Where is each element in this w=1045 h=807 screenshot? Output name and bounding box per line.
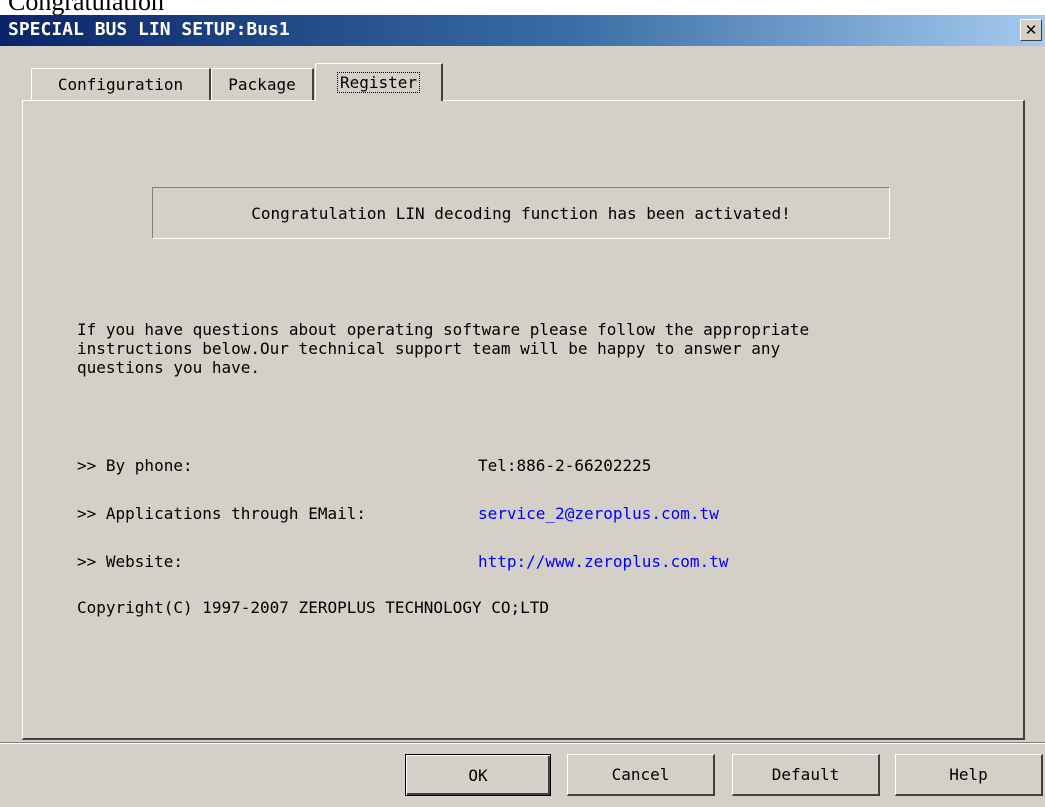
contact-phone-value: Tel:886-2-66202225 bbox=[478, 456, 652, 475]
tab-label: Register bbox=[336, 72, 421, 93]
title-bar[interactable]: SPECIAL BUS LIN SETUP:Bus1 ✕ bbox=[0, 15, 1045, 46]
contact-website-label: >> Website: bbox=[77, 552, 183, 571]
contact-website-link[interactable]: http://www.zeroplus.com.tw bbox=[478, 552, 728, 571]
support-info-line: If you have questions about operating so… bbox=[77, 320, 810, 339]
cancel-button[interactable]: Cancel bbox=[567, 754, 715, 796]
help-button[interactable]: Help bbox=[895, 754, 1043, 796]
help-button-label: Help bbox=[949, 765, 988, 784]
close-icon: ✕ bbox=[1024, 20, 1038, 39]
support-info-line: questions you have. bbox=[77, 358, 261, 377]
background-text-fragment: Congratulation bbox=[0, 0, 1045, 15]
ok-button[interactable]: OK bbox=[405, 754, 551, 796]
contact-email-link[interactable]: service_2@zeroplus.com.tw bbox=[478, 504, 719, 523]
default-button[interactable]: Default bbox=[732, 754, 880, 796]
activation-message-box: Congratulation LIN decoding function has… bbox=[152, 187, 890, 239]
support-info-line: instructions below.Our technical support… bbox=[77, 339, 781, 358]
ok-button-label: OK bbox=[468, 765, 488, 785]
tab-package[interactable]: Package bbox=[211, 68, 314, 100]
divider bbox=[0, 742, 1045, 744]
default-button-label: Default bbox=[771, 765, 840, 784]
tab-configuration[interactable]: Configuration bbox=[31, 68, 211, 100]
setup-dialog: SPECIAL BUS LIN SETUP:Bus1 ✕ Configurati… bbox=[0, 15, 1045, 807]
support-info: If you have questions about operating so… bbox=[77, 320, 1007, 377]
tab-register[interactable]: Register bbox=[315, 63, 443, 101]
tab-label: Configuration bbox=[57, 75, 184, 94]
close-button[interactable]: ✕ bbox=[1020, 19, 1042, 41]
window-title: SPECIAL BUS LIN SETUP:Bus1 bbox=[8, 19, 290, 40]
cancel-button-label: Cancel bbox=[611, 765, 670, 784]
background-text: Congratulation bbox=[8, 0, 164, 15]
contact-email-label: >> Applications through EMail: bbox=[77, 504, 366, 523]
tab-label: Package bbox=[228, 75, 296, 94]
activation-message: Congratulation LIN decoding function has… bbox=[251, 203, 791, 223]
copyright-text: Copyright(C) 1997-2007 ZEROPLUS TECHNOLO… bbox=[77, 598, 550, 617]
contact-phone-label: >> By phone: bbox=[77, 456, 193, 475]
